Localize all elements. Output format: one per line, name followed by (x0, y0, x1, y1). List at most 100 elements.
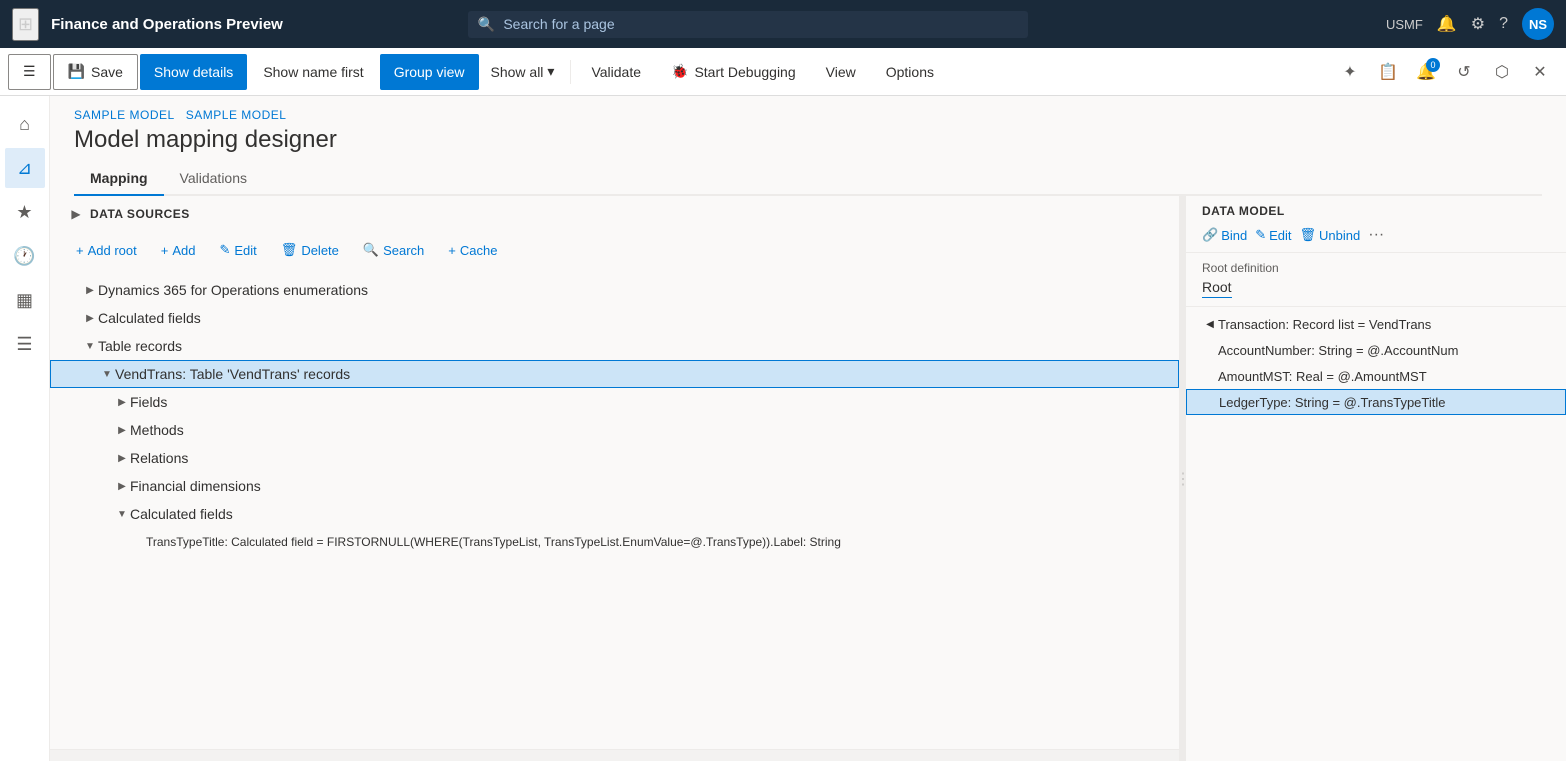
page-layout: ⌂ ⊿ ★ 🕐 ▦ ☰ SAMPLE MODEL SAMPLE MODEL Mo… (0, 96, 1566, 761)
data-model-panel: DATA MODEL 🔗 Bind ✎ Edit 🗑 Unbind (1186, 196, 1566, 761)
tree-item-financial-dimensions[interactable]: ▶ Financial dimensions (50, 472, 1179, 500)
chevron-right-icon-4: ▶ (114, 422, 130, 438)
dm-header: DATA MODEL 🔗 Bind ✎ Edit 🗑 Unbind (1186, 196, 1566, 253)
root-definition-section: Root definition Root (1186, 253, 1566, 307)
panel-toolbar: + Add root + Add ✎ Edit 🗑 Delete (50, 232, 1179, 272)
chevron-down-icon: ▾ (547, 63, 554, 80)
hamburger-button[interactable]: ☰ (8, 54, 51, 90)
toolbar-separator-1 (570, 60, 571, 84)
sidebar-item-filter[interactable]: ⊿ (5, 148, 45, 188)
horizontal-scrollbar[interactable] (50, 749, 1179, 761)
dm-tree-item-transaction[interactable]: ◀ Transaction: Record list = VendTrans (1186, 311, 1566, 337)
link-icon: 🔗 (1202, 227, 1218, 243)
nav-right-section: USMF 🔔 ⚙ ? NS (1386, 8, 1554, 40)
tab-validations[interactable]: Validations (164, 162, 263, 196)
tree-item-dynamics365[interactable]: ▶ Dynamics 365 for Operations enumeratio… (50, 276, 1179, 304)
add-button[interactable]: + Add (151, 236, 206, 264)
sidebar: ⌂ ⊿ ★ 🕐 ▦ ☰ (0, 96, 50, 761)
splitter[interactable] (1180, 196, 1186, 761)
search-bar: 🔍 (468, 11, 1028, 38)
save-icon: 💾 (68, 63, 85, 80)
start-debugging-button[interactable]: 🐞 Start Debugging (657, 54, 810, 90)
chevron-right-icon-6: ▶ (114, 478, 130, 494)
search-button[interactable]: 🔍 Search (353, 236, 434, 264)
data-sources-panel: ▶ DATA SOURCES + Add root + Add ✎ Edit (50, 196, 1180, 761)
sidebar-item-list[interactable]: ☰ (5, 324, 45, 364)
settings-icon[interactable]: ⚙ (1471, 14, 1485, 34)
save-button[interactable]: 💾 Save (53, 54, 138, 90)
search-input[interactable] (503, 16, 1018, 32)
group-view-button[interactable]: Group view (380, 54, 479, 90)
tree-item-fields[interactable]: ▶ Fields (50, 388, 1179, 416)
trash-icon-dm: 🗑 (1300, 227, 1317, 243)
chevron-right-icon-2: ▶ (82, 310, 98, 326)
dm-tree-item-account[interactable]: AccountNumber: String = @.AccountNum (1186, 337, 1566, 363)
refresh-icon[interactable]: ↺ (1446, 54, 1482, 90)
notification-icon[interactable]: 🔔 (1437, 14, 1457, 34)
tree-item-table-records[interactable]: ▼ Table records (50, 332, 1179, 360)
badge-icon[interactable]: 🔔 0 (1408, 54, 1444, 90)
open-in-new-icon[interactable]: ⬡ (1484, 54, 1520, 90)
help-icon[interactable]: ? (1499, 15, 1508, 33)
hamburger-icon: ☰ (23, 63, 36, 80)
tree-item-transtypetitle[interactable]: ▶ TransTypeTitle: Calculated field = FIR… (50, 528, 1179, 556)
show-all-button[interactable]: Show all ▾ (481, 54, 565, 90)
search-icon: 🔍 (478, 16, 495, 33)
tree-item-calculated-fields-l3[interactable]: ▼ Calculated fields (50, 500, 1179, 528)
dm-tree-item-amount[interactable]: AmountMST: Real = @.AmountMST (1186, 363, 1566, 389)
validate-button[interactable]: Validate (577, 54, 655, 90)
delete-button[interactable]: 🗑 Delete (271, 236, 349, 264)
sidebar-item-workspace[interactable]: ▦ (5, 280, 45, 320)
chevron-down-icon-2: ▼ (82, 338, 98, 354)
tab-mapping[interactable]: Mapping (74, 162, 164, 196)
trash-icon: 🗑 (281, 242, 298, 258)
chevron-down-icon-3: ▼ (99, 366, 115, 382)
root-definition-value: Root (1202, 279, 1232, 298)
plus-icon-2: + (161, 243, 169, 258)
dm-tree-item-ledgertype[interactable]: LedgerType: String = @.TransTypeTitle (1186, 389, 1566, 415)
grid-menu-icon[interactable]: ⊞ (12, 8, 39, 41)
sidebar-item-home[interactable]: ⌂ (5, 104, 45, 144)
dm-toolbar: 🔗 Bind ✎ Edit 🗑 Unbind ··· (1202, 226, 1550, 244)
pencil-icon: ✎ (219, 242, 230, 258)
badge-count: 0 (1426, 58, 1440, 72)
show-name-button[interactable]: Show name first (249, 54, 377, 90)
add-root-button[interactable]: + Add root (66, 236, 147, 264)
scroll-inner (50, 750, 1179, 751)
tree-item-methods[interactable]: ▶ Methods (50, 416, 1179, 444)
root-definition-label: Root definition (1202, 261, 1550, 275)
tree-item-relations[interactable]: ▶ Relations (50, 444, 1179, 472)
bind-button[interactable]: 🔗 Bind (1202, 227, 1247, 243)
dm-edit-button[interactable]: ✎ Edit (1255, 227, 1291, 243)
notes-icon[interactable]: 📋 (1370, 54, 1406, 90)
cache-button[interactable]: + Cache (438, 236, 507, 264)
chevron-left-icon: ◀ (1202, 316, 1218, 332)
edit-button[interactable]: ✎ Edit (209, 236, 266, 264)
sidebar-item-recent[interactable]: 🕐 (5, 236, 45, 276)
unbind-button[interactable]: 🗑 Unbind (1300, 227, 1361, 243)
panel-content: ▶ Dynamics 365 for Operations enumeratio… (50, 272, 1179, 749)
options-button[interactable]: Options (872, 54, 948, 90)
close-icon[interactable]: ✕ (1522, 54, 1558, 90)
tree-item-vendtrans[interactable]: ▼ VendTrans: Table 'VendTrans' records (50, 360, 1179, 388)
page-header: SAMPLE MODEL SAMPLE MODEL Model mapping … (50, 96, 1566, 196)
debug-icon: 🐞 (671, 63, 688, 80)
tab-bar: Mapping Validations (74, 162, 1542, 196)
tree-item-calculated-fields[interactable]: ▶ Calculated fields (50, 304, 1179, 332)
chevron-right-icon: ▶ (82, 282, 98, 298)
sidebar-item-favorites[interactable]: ★ (5, 192, 45, 232)
cache-icon: + (448, 243, 456, 258)
breadcrumb: SAMPLE MODEL SAMPLE MODEL (74, 108, 1542, 122)
pencil-icon-dm: ✎ (1255, 227, 1266, 243)
main-content: SAMPLE MODEL SAMPLE MODEL Model mapping … (50, 96, 1566, 761)
chevron-right-icon-5: ▶ (114, 450, 130, 466)
customize-icon[interactable]: ✦ (1332, 54, 1368, 90)
view-button[interactable]: View (812, 54, 870, 90)
panel-collapse-button[interactable]: ▶ (66, 204, 86, 224)
panel-header: ▶ DATA SOURCES (50, 196, 1179, 232)
show-details-button[interactable]: Show details (140, 54, 247, 90)
top-navigation: ⊞ Finance and Operations Preview 🔍 USMF … (0, 0, 1566, 48)
dm-content: ◀ Transaction: Record list = VendTrans A… (1186, 307, 1566, 761)
more-options-button[interactable]: ··· (1368, 226, 1384, 244)
avatar[interactable]: NS (1522, 8, 1554, 40)
